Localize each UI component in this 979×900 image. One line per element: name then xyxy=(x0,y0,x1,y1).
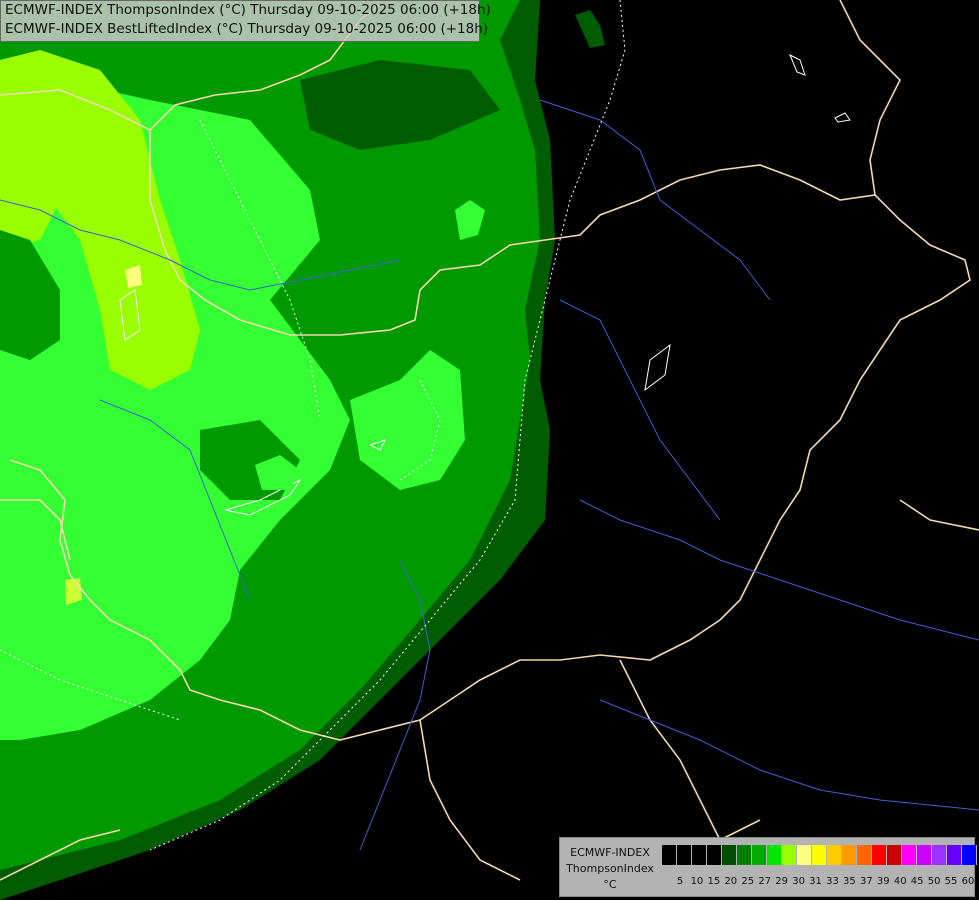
legend-tick: 39 xyxy=(876,876,890,887)
title-thompson-index: ECMWF-INDEX ThompsonIndex (°C) Thursday … xyxy=(5,2,491,18)
legend-tick: 60 xyxy=(961,876,975,887)
legend-swatch xyxy=(887,845,902,865)
color-legend: ECMWF-INDEX ThompsonIndex °C 5 10 15 20 25 27… xyxy=(559,837,977,897)
legend-tick: 29 xyxy=(775,876,789,887)
legend-tick: 10 xyxy=(690,876,704,887)
legend-swatch xyxy=(872,845,887,865)
legend-tick: 45 xyxy=(910,876,924,887)
legend-swatch xyxy=(692,845,707,865)
legend-swatch xyxy=(827,845,842,865)
legend-tick: 40 xyxy=(893,876,907,887)
legend-tick: 50 xyxy=(927,876,941,887)
legend-swatch xyxy=(782,845,797,865)
legend-swatch xyxy=(707,845,722,865)
legend-tick: 27 xyxy=(758,876,772,887)
legend-swatch xyxy=(932,845,947,865)
legend-tick: 35 xyxy=(843,876,856,887)
legend-swatch xyxy=(962,845,977,865)
legend-swatch xyxy=(767,845,782,865)
legend-swatch xyxy=(902,845,917,865)
legend-tick: 55 xyxy=(944,876,958,887)
legend-unit-label: °C xyxy=(603,878,617,891)
legend-swatch xyxy=(857,845,872,865)
legend-swatch xyxy=(677,845,692,865)
legend-swatch xyxy=(812,845,827,865)
legend-swatch xyxy=(947,845,962,865)
thompson-index-map xyxy=(0,0,979,900)
map-title-box: ECMWF-INDEX ThompsonIndex (°C) Thursday … xyxy=(0,0,491,42)
legend-swatch xyxy=(842,845,857,865)
legend-parameter-label: ThompsonIndex xyxy=(566,862,654,875)
legend-model-label: ECMWF-INDEX xyxy=(570,846,650,859)
legend-tick: 37 xyxy=(859,876,873,887)
legend-tick: 33 xyxy=(826,876,839,887)
legend-tick: 20 xyxy=(724,876,738,887)
legend-swatch xyxy=(797,845,812,865)
legend-swatch xyxy=(752,845,767,865)
legend-swatch xyxy=(737,845,752,865)
legend-swatch xyxy=(917,845,932,865)
legend-tick: 5 xyxy=(676,876,684,887)
legend-tick: 31 xyxy=(809,876,822,887)
legend-swatch xyxy=(722,845,737,865)
legend-tick: 25 xyxy=(741,876,755,887)
title-best-lifted-index: ECMWF-INDEX BestLiftedIndex (°C) Thursda… xyxy=(5,21,489,37)
legend-tick: 30 xyxy=(792,876,805,887)
legend-tick: 15 xyxy=(707,876,721,887)
legend-swatch xyxy=(662,845,677,865)
